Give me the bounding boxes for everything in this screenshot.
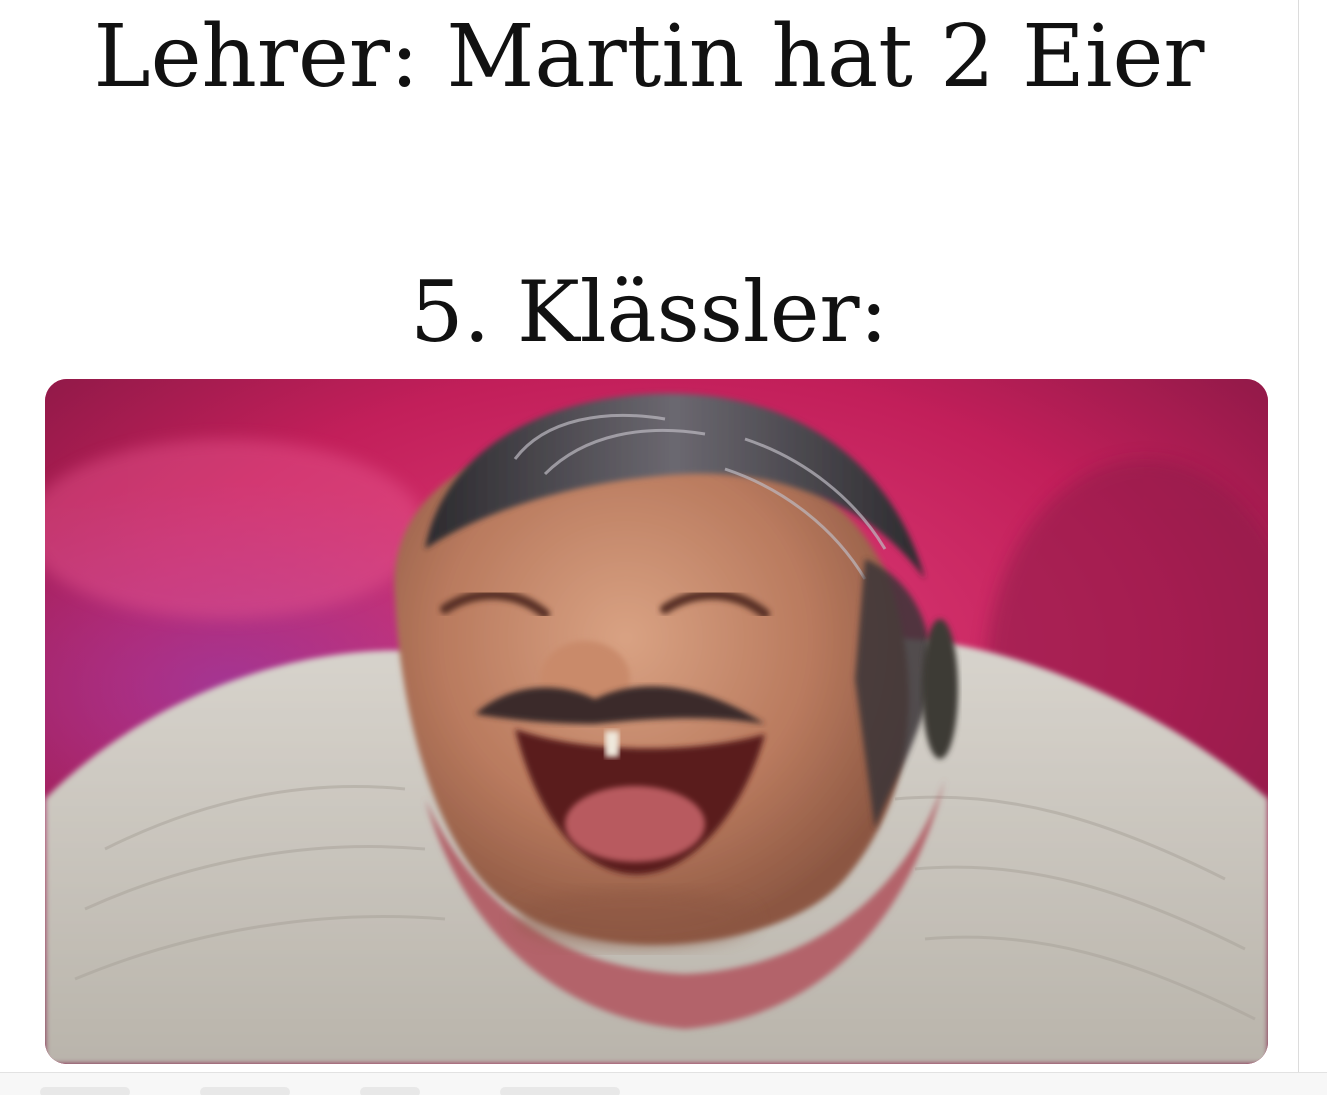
bottom-bar-indicator <box>360 1087 420 1095</box>
caption-bottom: 5. Klässler: <box>410 263 888 361</box>
bottom-bar <box>0 1072 1327 1095</box>
laughing-man-illustration <box>45 379 1268 1064</box>
bottom-bar-indicator <box>500 1087 620 1095</box>
bottom-bar-indicator <box>200 1087 290 1095</box>
caption-top: Lehrer: Martin hat 2 Eier <box>93 7 1205 107</box>
meme-photo <box>45 379 1268 1064</box>
page-edge <box>1298 0 1299 1072</box>
bottom-bar-indicator <box>40 1087 130 1095</box>
